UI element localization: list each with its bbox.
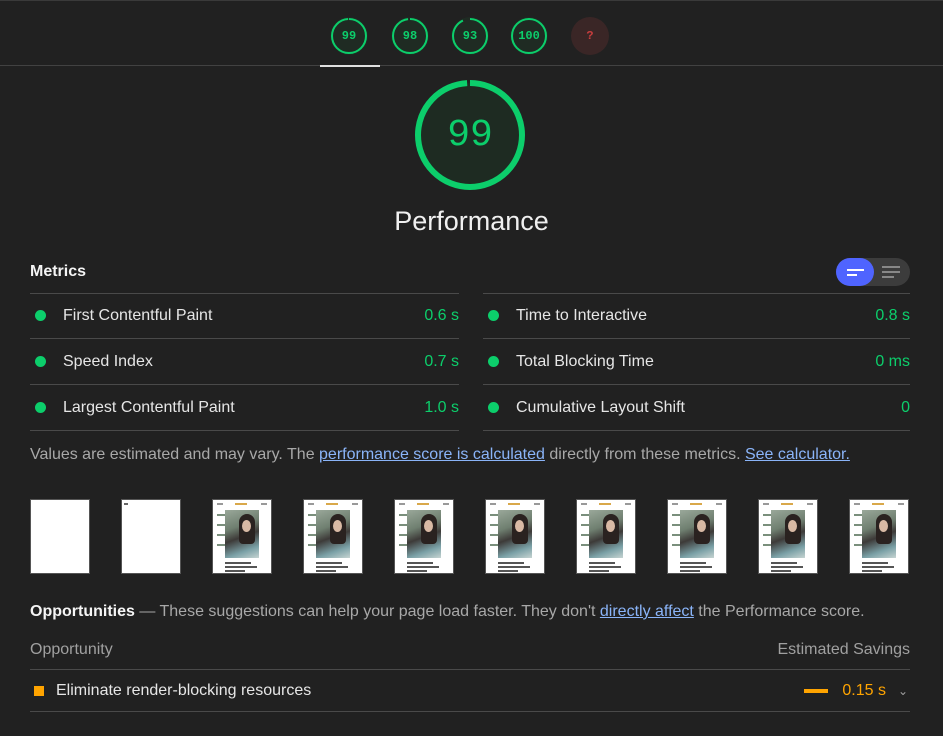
opportunities-heading: Opportunities <box>30 603 135 620</box>
metric-total-blocking-time: Total Blocking Time 0 ms <box>483 339 910 385</box>
filmstrip-frame <box>303 499 363 574</box>
pass-status-icon <box>488 402 499 413</box>
metric-label: Largest Contentful Paint <box>63 398 235 416</box>
performance-gauge: 99 <box>413 78 527 192</box>
metrics-view-toggle[interactable] <box>836 258 910 286</box>
metric-label: Cumulative Layout Shift <box>516 398 685 416</box>
category-tabs: 99 98 93 100 ? <box>0 0 943 67</box>
gauge-score: 98 <box>402 29 418 43</box>
list-view-button[interactable] <box>836 258 874 286</box>
divider <box>30 711 910 712</box>
note-middle: directly from these metrics. <box>544 446 745 463</box>
gauge-tab-accessibility[interactable]: 98 <box>391 17 429 55</box>
metrics-note: Values are estimated and may vary. The p… <box>30 446 850 464</box>
filmstrip-frame <box>212 499 272 574</box>
savings-value: 0.15 s <box>842 681 886 699</box>
filmstrip-frame <box>758 499 818 574</box>
metric-largest-contentful-paint: Largest Contentful Paint 1.0 s <box>30 385 459 431</box>
metric-label: Total Blocking Time <box>516 352 654 370</box>
metric-value: 1.0 s <box>424 398 459 416</box>
pass-status-icon <box>35 310 46 321</box>
metric-speed-index: Speed Index 0.7 s <box>30 339 459 385</box>
average-status-icon <box>34 685 44 696</box>
performance-title: Performance <box>394 206 549 236</box>
opportunity-row[interactable]: Eliminate render-blocking resources 0.15… <box>30 670 910 711</box>
column-opportunity: Opportunity <box>30 641 113 658</box>
filmstrip-frame <box>667 499 727 574</box>
metrics-heading: Metrics <box>30 263 87 280</box>
opportunities-desc-suffix: the Performance score. <box>693 603 865 620</box>
opportunity-label: Eliminate render-blocking resources <box>56 681 312 699</box>
filmstrip-frame <box>121 499 181 574</box>
metric-cumulative-layout-shift: Cumulative Layout Shift 0 <box>483 385 910 431</box>
performance-score: 99 <box>447 113 493 157</box>
filmstrip-frame <box>849 499 909 574</box>
metric-first-contentful-paint: First Contentful Paint 0.6 s <box>30 293 459 339</box>
savings-bar <box>804 688 829 693</box>
pass-status-icon <box>488 356 499 367</box>
active-tab-indicator <box>320 65 380 67</box>
directly-affect-link[interactable]: directly affect <box>600 603 694 620</box>
metric-time-to-interactive: Time to Interactive 0.8 s <box>483 293 910 339</box>
pass-status-icon <box>488 310 499 321</box>
gauge-tab-pwa[interactable]: ? <box>571 17 609 55</box>
column-estimated-savings: Estimated Savings <box>777 641 910 658</box>
gauge-tab-best-practices[interactable]: 93 <box>451 17 489 55</box>
filmstrip-frame <box>485 499 545 574</box>
metric-label: Speed Index <box>63 352 153 370</box>
gauge-score: 100 <box>518 29 540 43</box>
gauge-score: 93 <box>462 29 478 43</box>
opportunities-dash: — <box>134 603 160 620</box>
metric-value: 0 ms <box>875 352 910 370</box>
chevron-down-icon[interactable]: ⌄ <box>896 684 910 698</box>
gauge-tab-performance[interactable]: 99 <box>330 17 368 55</box>
filmstrip-frame <box>394 499 454 574</box>
metric-value: 0.7 s <box>424 352 459 370</box>
metric-value: 0.6 s <box>424 306 459 324</box>
gauge-score: 99 <box>341 29 357 43</box>
metric-label: Time to Interactive <box>516 306 648 324</box>
pass-status-icon <box>35 356 46 367</box>
calculator-link[interactable]: See calculator. <box>745 446 850 463</box>
pass-status-icon <box>35 402 46 413</box>
filmstrip-frame <box>30 499 90 574</box>
filmstrip-frame <box>576 499 636 574</box>
gauge-tab-seo[interactable]: 100 <box>510 17 548 55</box>
opportunities-table-header: Opportunity Estimated Savings <box>30 641 910 659</box>
gauge-score: ? <box>586 29 594 43</box>
metric-value: 0.8 s <box>875 306 910 324</box>
opportunities-desc-prefix: These suggestions can help your page loa… <box>159 603 600 620</box>
metric-label: First Contentful Paint <box>63 306 213 324</box>
note-prefix: Values are estimated and may vary. The <box>30 446 320 463</box>
metric-value: 0 <box>901 398 910 416</box>
opportunities-header: Opportunities — These suggestions can he… <box>30 603 865 621</box>
score-calculation-link[interactable]: performance score is calculated <box>319 446 545 463</box>
